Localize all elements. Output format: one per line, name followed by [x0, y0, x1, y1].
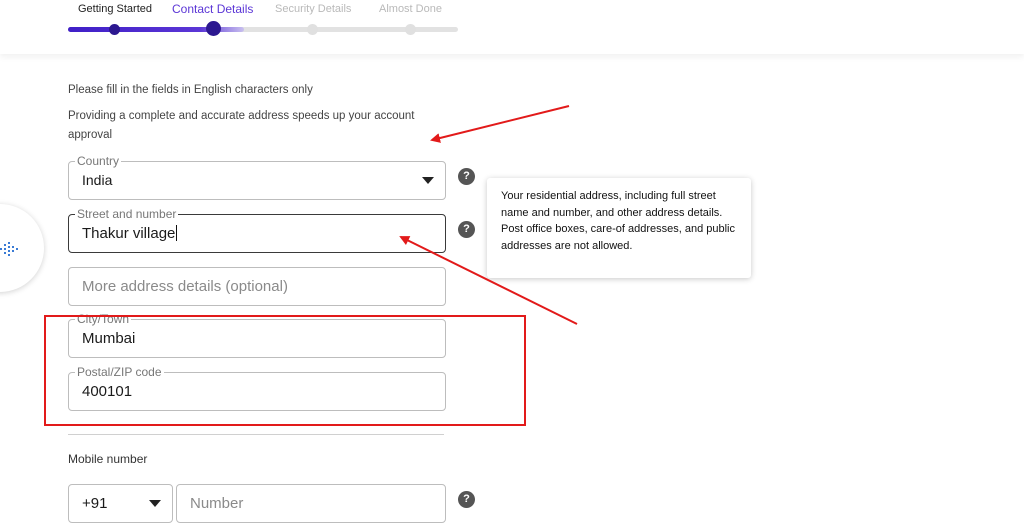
annotation-arrows: [399, 105, 578, 325]
annotation-arrow-street: [399, 236, 578, 325]
annotation-arrow-top: [430, 105, 570, 143]
